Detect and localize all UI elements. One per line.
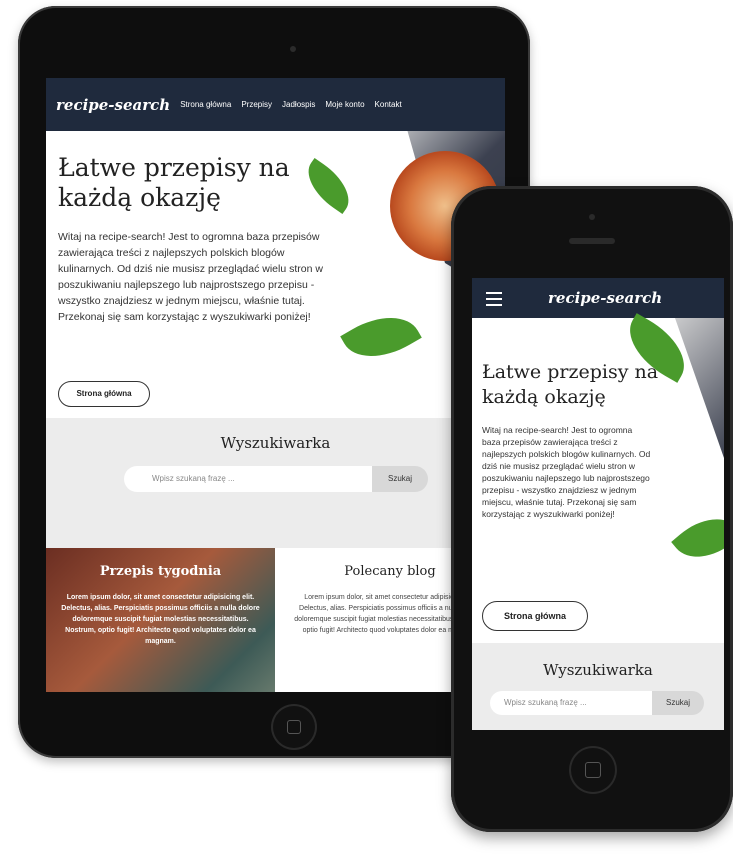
- mobile-search-section: Wyszukiwarka Wpisz szukaną frazę ... Szu…: [472, 643, 724, 730]
- basil-leaf-image: [671, 503, 724, 573]
- recipe-of-week-card[interactable]: Przepis tygodnia Lorem ipsum dolor, sit …: [46, 548, 275, 692]
- hero-section: Łatwe przepisy na każdą okazję Witaj na …: [46, 131, 505, 418]
- mobile-navbar: recipe-search: [472, 278, 724, 318]
- cards-row: Przepis tygodnia Lorem ipsum dolor, sit …: [46, 548, 505, 692]
- nav-link-menu[interactable]: Jadłospis: [282, 100, 315, 109]
- mobile-hero-title: Łatwe przepisy na każdą okazję: [482, 361, 659, 408]
- mobile-hero-text: Witaj na recipe-search! Jest to ogromna …: [482, 425, 651, 519]
- search-input[interactable]: Wpisz szukaną frazę ...: [124, 466, 372, 492]
- mobile-brand-logo[interactable]: recipe-search: [548, 289, 662, 307]
- home-square-icon: [585, 762, 601, 778]
- home-button[interactable]: Strona główna: [58, 381, 150, 407]
- nav-link-home[interactable]: Strona główna: [180, 100, 231, 109]
- basil-leaf-image: [297, 157, 360, 215]
- recipe-card-title: Przepis tygodnia: [99, 564, 222, 579]
- search-title: Wyszukiwarka: [220, 434, 331, 452]
- tablet-home-button[interactable]: [271, 704, 317, 750]
- hero-text: Witaj na recipe-search! Jest to ogromna …: [58, 231, 323, 323]
- navbar: recipe-search Strona główna Przepisy Jad…: [46, 78, 505, 131]
- phone-screen: recipe-search Łatwe przepisy na każdą ok…: [472, 278, 724, 730]
- mobile-hero-section: Łatwe przepisy na każdą okazję Witaj na …: [472, 313, 724, 643]
- search-section: Wyszukiwarka Wpisz szukaną frazę ... Szu…: [46, 418, 505, 548]
- basil-leaf-image: [340, 301, 422, 373]
- hamburger-menu-icon[interactable]: [486, 292, 502, 310]
- phone-home-button[interactable]: [569, 746, 617, 794]
- recipe-card-text: Lorem ipsum dolor, sit amet consectetur …: [61, 594, 260, 645]
- nav-link-recipes[interactable]: Przepisy: [241, 100, 272, 109]
- tablet-screen: recipe-search Strona główna Przepisy Jad…: [46, 78, 505, 692]
- phone-device: recipe-search Łatwe przepisy na każdą ok…: [451, 186, 733, 832]
- hero-title: Łatwe przepisy na każdą okazję: [58, 153, 290, 212]
- tablet-camera: [290, 46, 296, 52]
- mobile-search-title: Wyszukiwarka: [543, 661, 653, 679]
- mobile-home-button[interactable]: Strona główna: [482, 601, 588, 631]
- nav-link-account[interactable]: Moje konto: [325, 100, 364, 109]
- brand-logo[interactable]: recipe-search: [56, 96, 170, 114]
- phone-camera: [589, 214, 595, 220]
- home-square-icon: [287, 720, 301, 734]
- nav-link-contact[interactable]: Kontakt: [375, 100, 402, 109]
- mobile-search-input[interactable]: Wpisz szukaną frazę ...: [490, 691, 652, 715]
- phone-speaker: [569, 238, 615, 244]
- search-button[interactable]: Szukaj: [372, 466, 428, 492]
- mobile-search-button[interactable]: Szukaj: [652, 691, 704, 715]
